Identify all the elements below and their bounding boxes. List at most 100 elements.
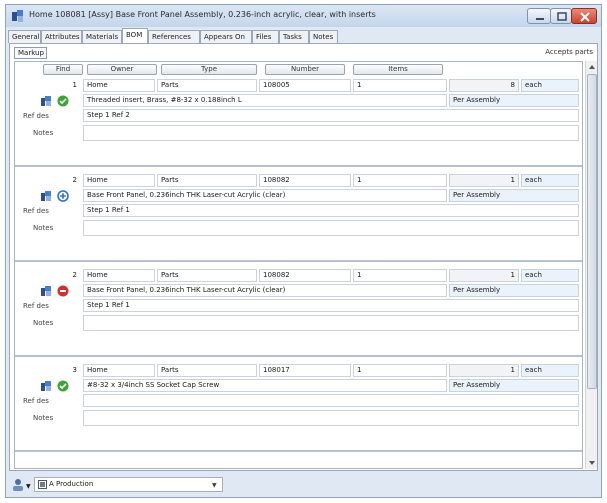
ref-des-label: Ref des [23, 207, 49, 215]
notes-cell[interactable] [83, 315, 579, 331]
tab-files[interactable]: Files [252, 30, 279, 43]
minimize-button[interactable] [527, 8, 551, 24]
description-cell[interactable]: Base Front Panel, 0.236inch THK Laser-cu… [83, 284, 447, 297]
per-cell[interactable]: Per Assembly [449, 189, 579, 202]
owner-cell[interactable]: Home [83, 79, 155, 92]
accepts-parts-label: Accepts parts [545, 48, 593, 56]
part-icon [41, 96, 51, 106]
add-status-icon [57, 190, 69, 202]
status-bar: ▼ A Production ▼ [6, 473, 601, 497]
number-cell[interactable]: 108082 [259, 269, 351, 282]
unit-cell[interactable]: each [521, 364, 579, 377]
unit-cell[interactable]: each [521, 269, 579, 282]
tab-bom[interactable]: BOM [122, 28, 148, 43]
scroll-up-icon[interactable] [586, 61, 598, 73]
quantity-cell[interactable]: 1 [449, 269, 519, 282]
tab-general[interactable]: General [8, 30, 41, 43]
per-cell[interactable]: Per Assembly [449, 379, 579, 392]
minimize-icon [536, 18, 544, 20]
column-header: Find Owner Type Number Items [15, 62, 582, 76]
tab-notes[interactable]: Notes [309, 30, 338, 43]
ref-des-cell[interactable]: Step 1 Ref 1 [83, 204, 579, 217]
part-icon [41, 286, 51, 296]
bom-item[interactable]: 3 Home Parts 108017 1 1 each #8-32 x 3/4inch SS… [15, 362, 582, 452]
owner-cell[interactable]: Home [83, 174, 155, 187]
column-owner[interactable]: Owner [87, 64, 157, 75]
check-status-icon [57, 380, 69, 392]
column-items[interactable]: Items [353, 64, 443, 75]
ref-des-label: Ref des [23, 397, 49, 405]
lifecycle-value: A Production [49, 480, 94, 488]
bom-item[interactable]: 1 Home Parts 108005 1 8 each Threaded insert, B… [15, 77, 582, 167]
user-icon[interactable] [12, 478, 24, 491]
type-cell[interactable]: Parts [157, 174, 257, 187]
vertical-scrollbar[interactable] [585, 61, 597, 469]
title-bar[interactable]: Home 108081 [Assy] Base Front Panel Asse… [6, 5, 601, 27]
per-cell[interactable]: Per Assembly [449, 94, 579, 107]
quantity-cell[interactable]: 1 [449, 364, 519, 377]
scroll-down-icon[interactable] [586, 457, 598, 469]
column-number[interactable]: Number [265, 64, 345, 75]
tab-tasks[interactable]: Tasks [279, 30, 309, 43]
part-icon [41, 191, 51, 201]
description-cell[interactable]: #8-32 x 3/4inch SS Socket Cap Screw [83, 379, 447, 392]
remove-status-icon [57, 285, 69, 297]
notes-label: Notes [33, 129, 54, 137]
chevron-down-icon[interactable]: ▼ [26, 483, 31, 490]
type-cell[interactable]: Parts [157, 269, 257, 282]
lifecycle-select[interactable]: A Production ▼ [34, 477, 223, 492]
unit-cell[interactable]: each [521, 79, 579, 92]
notes-label: Notes [33, 319, 54, 327]
owner-cell[interactable]: Home [83, 269, 155, 282]
type-cell[interactable]: Parts [157, 79, 257, 92]
quantity-cell[interactable]: 1 [449, 174, 519, 187]
ref-des-label: Ref des [23, 112, 49, 120]
type-cell[interactable]: Parts [157, 364, 257, 377]
notes-cell[interactable] [83, 410, 579, 426]
description-cell[interactable]: Threaded insert, Brass, #8-32 x 0.188inc… [83, 94, 447, 107]
revision-cell[interactable]: 1 [353, 364, 447, 377]
column-type[interactable]: Type [161, 64, 257, 75]
tab-label: Tasks [283, 33, 302, 41]
owner-cell[interactable]: Home [83, 364, 155, 377]
number-cell[interactable]: 108005 [259, 79, 351, 92]
window-title: Home 108081 [Assy] Base Front Panel Asse… [29, 10, 376, 19]
bom-list: Find Owner Type Number Items 1 Home Parts 1… [14, 61, 583, 469]
ref-des-label: Ref des [23, 302, 49, 310]
tab-label: General [12, 33, 40, 41]
ref-des-cell[interactable]: Step 1 Ref 2 [83, 109, 579, 122]
markup-tab[interactable]: Markup [14, 47, 47, 59]
find-number: 3 [72, 366, 77, 374]
quantity-cell[interactable]: 8 [449, 79, 519, 92]
scroll-thumb[interactable] [587, 74, 597, 389]
maximize-button[interactable] [550, 8, 572, 24]
revision-cell[interactable]: 1 [353, 79, 447, 92]
tab-materials[interactable]: Materials [82, 30, 122, 43]
revision-cell[interactable]: 1 [353, 174, 447, 187]
ref-des-cell[interactable] [83, 394, 579, 407]
number-cell[interactable]: 108082 [259, 174, 351, 187]
column-find[interactable]: Find [43, 64, 83, 75]
part-icon [41, 381, 51, 391]
revision-cell[interactable]: 1 [353, 269, 447, 282]
tab-strip: General Attributes Materials BOM Referen… [6, 28, 601, 43]
unit-cell[interactable]: each [521, 174, 579, 187]
maximize-icon [557, 12, 567, 21]
bom-item[interactable]: 2 Home Parts 108082 1 1 each Base Front Panel, … [15, 172, 582, 262]
number-cell[interactable]: 108017 [259, 364, 351, 377]
per-cell[interactable]: Per Assembly [449, 284, 579, 297]
notes-cell[interactable] [83, 220, 579, 236]
tab-appears-on[interactable]: Appears On [200, 30, 252, 43]
check-status-icon [57, 95, 69, 107]
find-number: 1 [72, 81, 77, 89]
close-icon [580, 12, 590, 22]
tab-attributes[interactable]: Attributes [41, 30, 82, 43]
notes-cell[interactable] [83, 125, 579, 141]
description-cell[interactable]: Base Front Panel, 0.236inch THK Laser-cu… [83, 189, 447, 202]
close-button[interactable] [571, 8, 597, 24]
find-number: 2 [72, 176, 77, 184]
markup-label: Markup [18, 49, 44, 57]
bom-item[interactable]: 2 Home Parts 108082 1 1 each Base Front Panel, … [15, 267, 582, 357]
tab-references[interactable]: References [148, 30, 200, 43]
ref-des-cell[interactable]: Step 1 Ref 1 [83, 299, 579, 312]
